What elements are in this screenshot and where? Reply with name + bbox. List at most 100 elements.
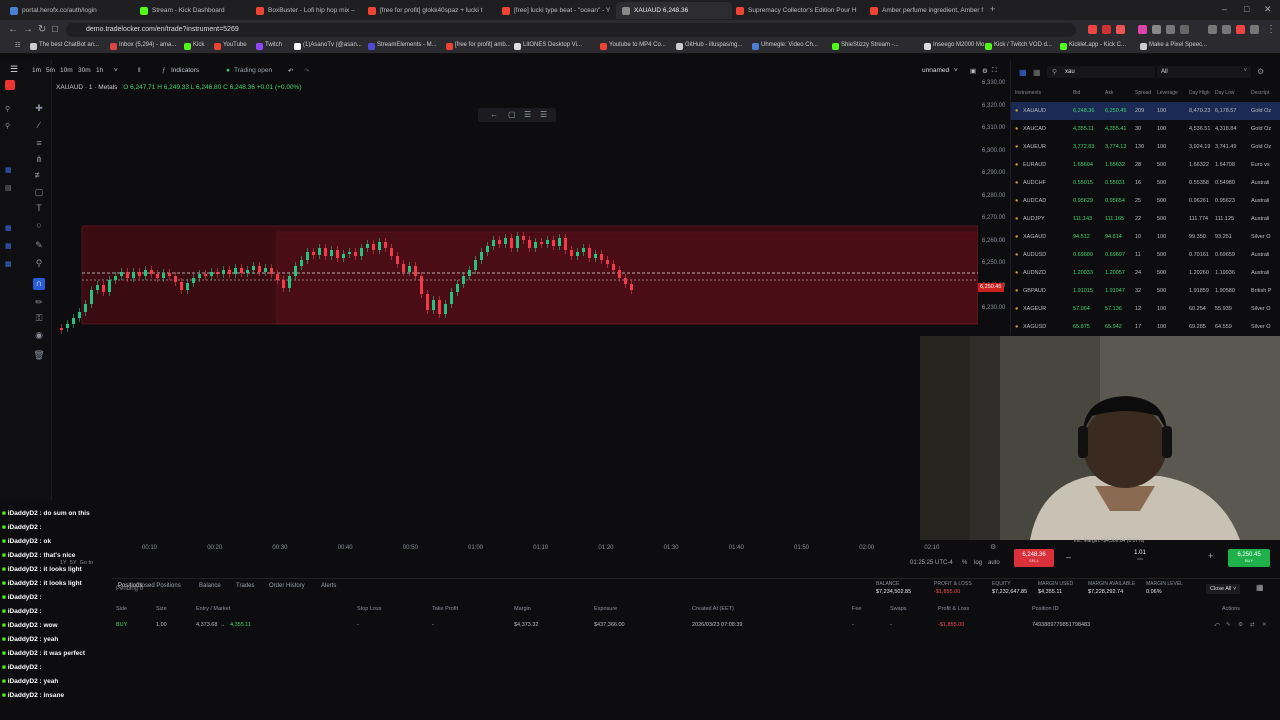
watchlist-row[interactable]: ● EURAUD 1.65604 1.65632 28 500 1.66322 1.64708… xyxy=(1011,156,1280,174)
indicators-button[interactable]: Indicators xyxy=(171,67,199,74)
bookmark-item[interactable]: Uhmegle: Video Ch... xyxy=(752,42,818,50)
watchlist-column-header[interactable]: Ask xyxy=(1105,90,1113,96)
text-icon[interactable]: T xyxy=(33,203,45,215)
bookmark-item[interactable]: Inseego M2000 Mo... xyxy=(924,42,989,50)
watchlist-column-header[interactable]: Bid xyxy=(1073,90,1080,96)
horizontal-lines-icon[interactable]: ≡ xyxy=(33,138,45,150)
circle-icon[interactable]: ○ xyxy=(33,220,45,232)
filter-select[interactable]: All ˅ xyxy=(1157,66,1251,78)
bookmark-item[interactable]: StreamElements - M... xyxy=(368,42,437,50)
layout-icon[interactable]: ▦ xyxy=(5,242,19,252)
watchlist-row[interactable]: ● AUDUSD 0.69680 0.69697 11 500 0.70161 0.69659… xyxy=(1011,246,1280,264)
bookmark-item[interactable]: Youtube to MP4 Co... xyxy=(600,42,666,50)
candle-type-icon[interactable]: ‖ xyxy=(138,67,141,74)
bookmark-item[interactable]: (1)AsanoTv (@asan... xyxy=(294,42,362,50)
magnet-icon[interactable]: ∩ xyxy=(33,278,45,290)
grid-icon[interactable]: ▦ xyxy=(1033,68,1041,77)
watchlist-row[interactable]: ● XAGAUD 94.512 94.614 10 100 99.350 93.251 Silv… xyxy=(1011,228,1280,246)
watchlist-column-header[interactable]: Instruments xyxy=(1015,90,1041,96)
column-header[interactable]: Take Profit xyxy=(432,606,458,612)
bookmark-item[interactable]: LitONES Desktop Vi... xyxy=(514,42,582,50)
extension-icon[interactable] xyxy=(1116,25,1125,34)
brush-icon[interactable]: ✎ xyxy=(33,240,45,252)
buy-button[interactable]: 6,250.45 BUY xyxy=(1228,549,1270,567)
sell-button[interactable]: 6,248.36 SELL xyxy=(1014,549,1054,567)
grid-icon[interactable]: ▦ xyxy=(1256,583,1264,592)
watchlist-row[interactable]: ● AUDJPY 111.143 111.165 22 500 111.774 111.125… xyxy=(1011,210,1280,228)
timeframe-10m[interactable]: 10m xyxy=(60,67,73,74)
close-icon[interactable]: ✕ xyxy=(1262,622,1267,628)
fullscreen-icon[interactable]: ⛶ xyxy=(992,67,997,75)
extension-icon[interactable] xyxy=(1236,25,1245,34)
column-header[interactable]: Position ID xyxy=(1032,606,1059,612)
settings-icon[interactable]: ⚙ xyxy=(1238,622,1243,628)
close-all-button[interactable]: Close All ˅ xyxy=(1206,584,1241,594)
bookmark-item[interactable]: Kick / Twitch VOD d... xyxy=(985,42,1052,50)
chevron-down-icon[interactable]: ˅ xyxy=(954,67,958,74)
profile-icon[interactable] xyxy=(1208,25,1217,34)
url-field[interactable]: demo.tradelocker.com/en/trade?instrument… xyxy=(66,23,1076,37)
edit-icon[interactable]: ✎ xyxy=(1226,622,1231,628)
fib-icon[interactable]: ≢ xyxy=(33,170,45,182)
browser-tab[interactable]: XAUAUD 6,248.36 xyxy=(616,2,732,19)
lots-input[interactable]: 1.01 lots xyxy=(1120,550,1160,561)
bookmark-item[interactable]: YouTube xyxy=(214,42,247,50)
browser-tab[interactable]: Supremacy Collector's Edition Pour H xyxy=(730,2,858,19)
timeframe-30m[interactable]: 30m xyxy=(78,67,91,74)
extension-icon[interactable] xyxy=(1250,25,1259,34)
browser-tab[interactable]: Stream - Kick Dashboard xyxy=(134,2,244,19)
minus-button[interactable]: – xyxy=(1066,552,1071,562)
watchlist-row[interactable]: ● XAUEUR 3,772.83 3,774.13 130 100 3,924.19 3,7… xyxy=(1011,138,1280,156)
watchlist-column-header[interactable]: Spread xyxy=(1135,90,1151,96)
chevron-down-icon[interactable]: ˅ xyxy=(114,67,118,74)
trash-icon[interactable]: 🗑 xyxy=(33,350,45,362)
minimize-icon[interactable]: – xyxy=(1222,4,1227,14)
settings-icon[interactable]: ⚙ xyxy=(990,543,996,551)
plus-button[interactable]: + xyxy=(1208,551,1213,561)
column-header[interactable]: Created At (EET) xyxy=(692,606,734,612)
timeframe-1m[interactable]: 1m xyxy=(32,67,41,74)
back-icon[interactable]: ← xyxy=(8,24,18,35)
undo-icon[interactable]: ↶ xyxy=(288,67,293,75)
browser-tab[interactable]: portal.herofx.co/auth/login xyxy=(4,2,128,19)
browser-tab[interactable]: [free for profit] glokk40spaz + lucki t xyxy=(362,2,490,19)
browser-tab[interactable]: [free] lucki type beat - "ocean" - You xyxy=(496,2,610,19)
settings-icon[interactable]: ⚙ xyxy=(982,67,988,75)
redo-icon[interactable]: ↷ xyxy=(304,67,309,75)
cursor-icon[interactable]: ✚ xyxy=(33,103,45,115)
share-icon[interactable]: ⤺ xyxy=(1214,622,1220,629)
watchlist-row[interactable]: ● GBPAUD 1.91015 1.91047 32 500 1.91859 1.90580… xyxy=(1011,282,1280,300)
watchlist-column-header[interactable]: Day Low xyxy=(1215,90,1234,96)
scale-log[interactable]: log xyxy=(974,560,982,566)
close-icon[interactable]: ✕ xyxy=(1264,4,1272,15)
settings-icon[interactable]: ⚙ xyxy=(1257,67,1264,76)
bookmark-item[interactable]: [free for profit] amb... xyxy=(446,42,511,50)
column-header[interactable]: Side xyxy=(116,606,127,612)
watchlist-column-header[interactable]: Day High xyxy=(1189,90,1210,96)
layout-name[interactable]: unnamed xyxy=(922,67,949,74)
reverse-icon[interactable]: ⇄ xyxy=(1250,622,1255,628)
extension-icon[interactable] xyxy=(1222,25,1231,34)
menu-icon[interactable]: ⋮ xyxy=(1266,24,1276,35)
browser-tab[interactable]: Amber perfume ingredient, Amber f xyxy=(864,2,984,19)
tab-order-history[interactable]: Order History xyxy=(269,583,305,589)
search-icon[interactable]: ⚲ xyxy=(5,105,19,115)
search-field[interactable]: ⚲ xau xyxy=(1047,66,1155,78)
price-chart[interactable] xyxy=(52,80,978,540)
extension-icon[interactable] xyxy=(1152,25,1161,34)
extension-icon[interactable] xyxy=(1138,25,1147,34)
watchlist-row[interactable]: ● AUDCAD 0.95629 0.95654 25 500 0.96261 0.95623… xyxy=(1011,192,1280,210)
account-icon[interactable]: ▦ xyxy=(5,260,19,270)
chart-icon[interactable]: ▦ xyxy=(5,224,19,234)
watchlist-icon[interactable]: ▦ xyxy=(5,166,19,176)
search-icon[interactable]: ⚲ xyxy=(5,122,19,132)
zoom-icon[interactable]: ⚲ xyxy=(33,258,45,270)
menu-icon[interactable]: ☰ xyxy=(8,64,20,76)
tab-alerts[interactable]: Alerts xyxy=(321,583,336,589)
reload-icon[interactable]: ↻ xyxy=(38,24,46,35)
watchlist-row[interactable]: ● XAGUSD 65.875 65.942 17 100 69.285 64.559 Silv… xyxy=(1011,318,1280,336)
watchlist-row[interactable]: ● AUDCHF 0.55015 0.55031 16 500 0.55358 0.54980… xyxy=(1011,174,1280,192)
column-header[interactable]: Exposure xyxy=(594,606,617,612)
scale-percent[interactable]: % xyxy=(962,560,967,566)
pencil-icon[interactable]: ✏ xyxy=(33,297,45,309)
